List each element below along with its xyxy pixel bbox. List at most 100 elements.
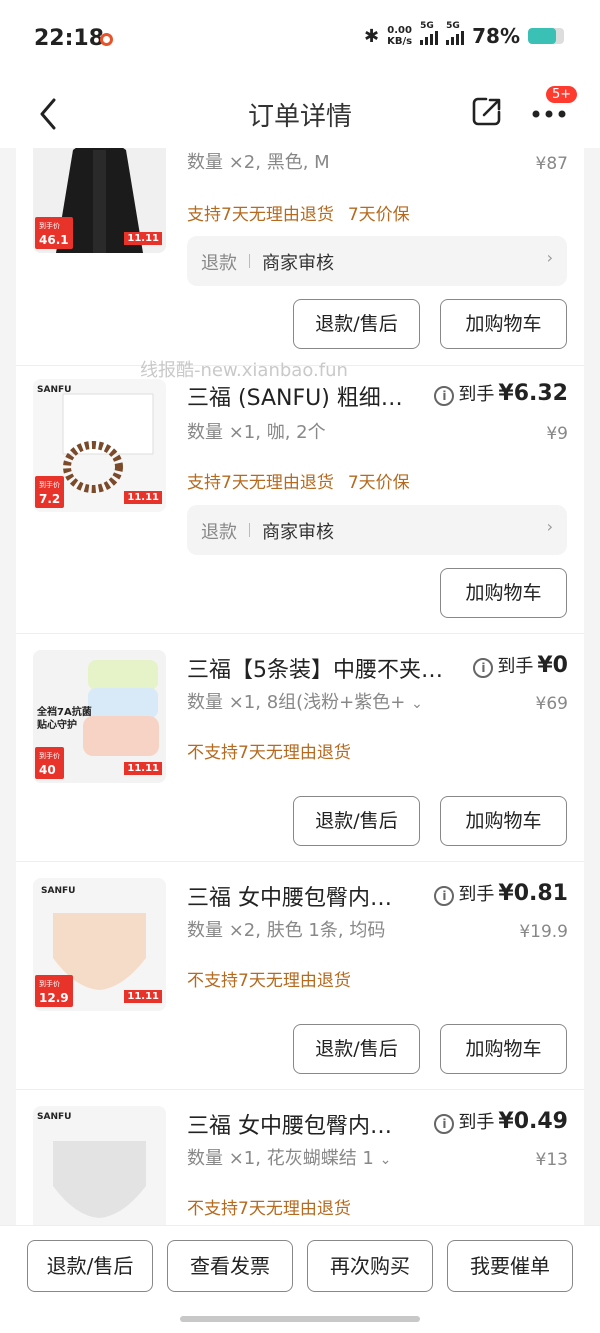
price-tag-label: 到手价 — [39, 481, 60, 489]
signal-icon: 5G — [420, 21, 439, 45]
brand-label: SANFU — [37, 385, 72, 395]
return-policy-text: 不支持7天无理由退货 — [187, 1199, 351, 1219]
battery-icon — [528, 28, 564, 44]
return-policy: 支持7天无理由退货 7天价保 — [187, 468, 424, 493]
final-price[interactable]: i 到手 ¥6.32 — [434, 380, 568, 406]
share-icon[interactable] — [470, 94, 504, 128]
urge-shipping-button[interactable]: 我要催单 — [447, 1240, 573, 1292]
final-price-label: 到手 — [458, 1112, 495, 1133]
status-icons: ✱ 0.00 KB/s 5G 5G 78% — [364, 21, 564, 48]
add-to-cart-button[interactable]: 加购物车 — [440, 796, 567, 846]
network-speed-unit: KB/s — [387, 36, 413, 47]
final-price[interactable]: i 到手 ¥0 — [473, 652, 568, 678]
price-tag-value: 40 — [39, 763, 56, 777]
add-to-cart-button[interactable]: 加购物车 — [440, 568, 567, 618]
refund-status-row[interactable]: 退款 商家审核 › — [187, 505, 567, 555]
item-spec: 数量 ×2, 肤色 1条, 均码 — [187, 920, 386, 941]
item-title[interactable]: 三福 女中腰包臀内… — [187, 880, 427, 912]
return-policy: 支持7天无理由退货 7天价保 — [187, 200, 424, 225]
item-spec[interactable]: 数量 ×1, 花灰蝴蝶结 1 ⌄ — [187, 1144, 391, 1170]
refund-label: 退款 — [201, 253, 237, 274]
item-title[interactable]: 三福【5条装】中腰不夹… — [187, 652, 452, 684]
refund-aftersale-button[interactable]: 退款/售后 — [27, 1240, 153, 1292]
product-thumbnail[interactable]: SANFU — [33, 1106, 166, 1225]
item-spec-text: 数量 ×1, 8组(浅粉+紫色+ — [187, 692, 406, 713]
info-icon[interactable]: i — [434, 1114, 455, 1134]
final-price-label: 到手 — [458, 884, 495, 905]
more-icon[interactable] — [530, 102, 570, 122]
home-indicator[interactable] — [180, 1316, 420, 1322]
item-title[interactable]: 三福 女中腰包臀内… — [187, 1108, 427, 1140]
order-item[interactable]: SANFU 到手价 7.2 11.11 三福 (SANFU) 粗细… i 到手 ¥… — [16, 366, 584, 634]
add-to-cart-button[interactable]: 加购物车 — [440, 299, 567, 349]
price-tag-label: 到手价 — [39, 222, 60, 230]
order-item[interactable]: SANFU 三福 女中腰包臀内… i 到手 ¥0.49 数量 ×1, 花灰蝴蝶结… — [16, 1090, 584, 1225]
final-price-label: 到手 — [458, 384, 495, 405]
order-item[interactable]: SANFU 到手价 12.9 11.11 三福 女中腰包臀内… i 到手 ¥0.8… — [16, 862, 584, 1090]
refund-button[interactable]: 退款/售后 — [293, 796, 420, 846]
product-label-line2: 贴心守护 — [37, 720, 77, 731]
promo-tag: 11.11 — [124, 990, 162, 1003]
final-price-value: ¥0.49 — [498, 1109, 568, 1134]
product-label-line1: 全裆7A抗菌 — [37, 707, 92, 718]
brand-label: SANFU — [37, 1112, 72, 1122]
original-price: ¥19.9 — [519, 922, 568, 942]
product-thumbnail[interactable]: SANFU 到手价 7.2 11.11 — [33, 379, 166, 512]
price-tag-value: 12.9 — [39, 991, 69, 1005]
divider — [249, 254, 250, 268]
item-title[interactable]: 三福 (SANFU) 粗细… — [187, 380, 427, 412]
view-invoice-button[interactable]: 查看发票 — [167, 1240, 293, 1292]
return-policy-text: 支持7天无理由退货 — [187, 205, 334, 225]
brand-label: SANFU — [41, 886, 76, 896]
info-icon[interactable]: i — [473, 658, 494, 678]
signal-label: 5G — [446, 21, 460, 31]
divider — [249, 523, 250, 537]
price-tag: 到手价 7.2 — [35, 476, 65, 508]
product-thumbnail[interactable]: SANFU 到手价 12.9 11.11 — [33, 878, 166, 1011]
record-indicator-icon — [100, 33, 113, 46]
original-price: ¥9 — [546, 424, 568, 444]
chevron-down-icon: ⌄ — [411, 696, 423, 712]
refund-status: 商家审核 — [262, 253, 334, 274]
refund-button[interactable]: 退款/售后 — [293, 299, 420, 349]
price-tag: 到手价 40 — [35, 747, 64, 779]
page-title: 订单详情 — [247, 102, 352, 132]
battery-percent: 78% — [472, 24, 520, 48]
return-policy: 不支持7天无理由退货 — [187, 1194, 365, 1219]
add-to-cart-button[interactable]: 加购物车 — [440, 1024, 567, 1074]
item-spec: 数量 ×2, 黑色, M — [187, 152, 330, 173]
final-price[interactable]: i 到手 ¥0.81 — [434, 880, 568, 906]
final-price[interactable]: i 到手 ¥0.49 — [434, 1108, 568, 1134]
buy-again-button[interactable]: 再次购买 — [307, 1240, 433, 1292]
final-price-value: ¥0 — [537, 653, 568, 678]
final-price-value: ¥0.81 — [498, 881, 568, 906]
final-price-value: ¥6.32 — [498, 381, 568, 406]
item-spec-text: 数量 ×1, 花灰蝴蝶结 1 — [187, 1148, 374, 1169]
notification-badge: 5+ — [546, 86, 578, 103]
original-price: ¥87 — [535, 154, 568, 174]
order-item[interactable]: 到手价 46.1 11.11 数量 ×2, 黑色, M ¥87 支持7天无理由退货… — [16, 148, 584, 366]
price-protection-text: 7天价保 — [347, 473, 410, 493]
signal-label: 5G — [420, 21, 434, 31]
price-tag: 到手价 46.1 — [35, 217, 73, 249]
order-item[interactable]: 全裆7A抗菌 贴心守护 到手价 40 11.11 三福【5条装】中腰不夹… i 到… — [16, 634, 584, 862]
product-image-underwear — [33, 1106, 166, 1225]
refund-button[interactable]: 退款/售后 — [293, 1024, 420, 1074]
info-icon[interactable]: i — [434, 886, 455, 906]
promo-tag: 11.11 — [124, 491, 162, 504]
product-thumbnail[interactable]: 到手价 46.1 11.11 — [33, 148, 166, 253]
product-thumbnail[interactable]: 全裆7A抗菌 贴心守护 到手价 40 11.11 — [33, 650, 166, 783]
final-price-label: 到手 — [497, 656, 534, 677]
item-spec[interactable]: 数量 ×1, 8组(浅粉+紫色+ ⌄ — [187, 688, 423, 714]
promo-tag: 11.11 — [124, 232, 162, 245]
chevron-right-icon: › — [546, 248, 553, 267]
price-tag-label: 到手价 — [39, 980, 60, 988]
info-icon[interactable]: i — [434, 386, 455, 406]
status-time: 22:18 — [34, 26, 105, 51]
bluetooth-icon: ✱ — [364, 25, 380, 47]
network-speed-value: 0.00 — [387, 25, 412, 36]
return-policy: 不支持7天无理由退货 — [187, 738, 365, 763]
original-price: ¥13 — [535, 1150, 568, 1170]
bottom-action-bar: 退款/售后 查看发票 再次购买 我要催单 — [0, 1225, 600, 1333]
refund-status-row[interactable]: 退款 商家审核 › — [187, 236, 567, 286]
